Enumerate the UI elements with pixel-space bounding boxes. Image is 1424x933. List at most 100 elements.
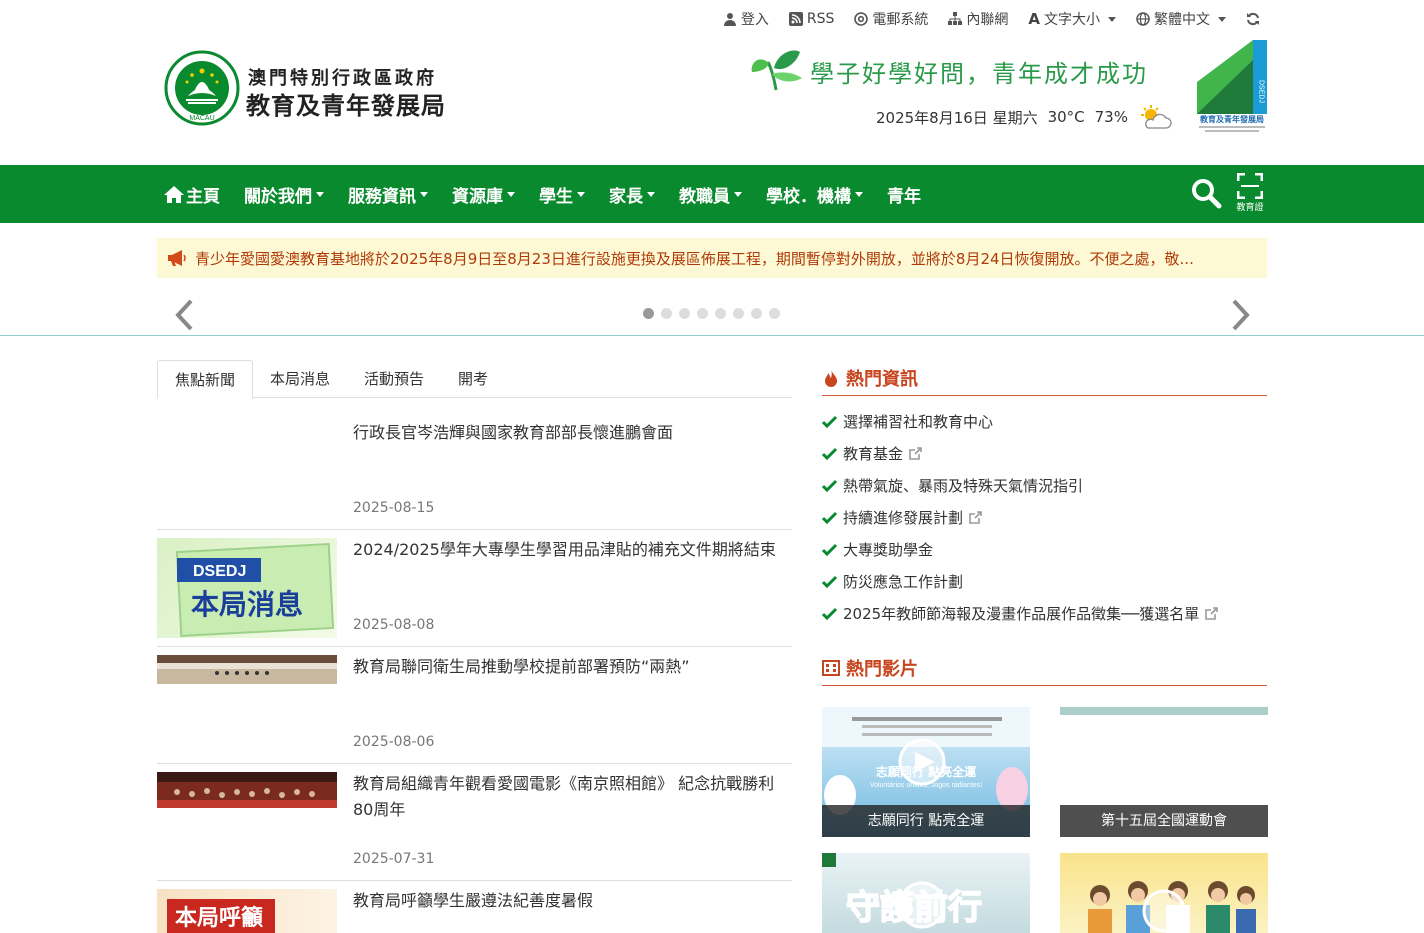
news-thumbnail[interactable]: 本局呼籲	[157, 889, 337, 933]
rss-link[interactable]: RSS	[788, 11, 835, 27]
video-thumbnail: 守護前行	[822, 853, 983, 929]
hot-item-label[interactable]: 選擇補習社和教育中心	[843, 411, 993, 432]
email-label: 電郵系統	[872, 12, 929, 28]
carousel-dots	[643, 308, 780, 319]
nav-youth[interactable]: 青年	[887, 182, 921, 207]
news-item[interactable]: 行政長官岑浩輝與國家教育部部長懷進鵬會面 2025-08-15	[157, 412, 792, 530]
news-date: 2025-08-15	[353, 500, 435, 516]
news-thumbnail[interactable]	[157, 655, 337, 684]
video-caption[interactable]: 志願同行 點亮全運	[822, 805, 1030, 837]
hot-item-label[interactable]: 2025年教師節海報及漫畫作品展作品徵集──獲選名單	[843, 603, 1199, 624]
fontsize-dropdown[interactable]: A 文字大小	[1028, 9, 1116, 29]
carousel-dot[interactable]	[643, 308, 654, 319]
news-item[interactable]: DSEDJ 本局消息 2024/2025學年大專學生學習用品津貼的補充文件期將結…	[157, 530, 792, 647]
login-link[interactable]: 登入	[723, 9, 769, 29]
hot-item-label[interactable]: 持續進修發展計劃	[843, 507, 963, 528]
hot-videos-heading: 熱門影片	[822, 650, 1267, 686]
hot-item[interactable]: 選擇補習社和教育中心	[822, 405, 1267, 437]
notice-banner[interactable]: 青少年愛國愛澳教育基地將於2025年8月9日至8月23日進行設施更換及展區佈展工…	[157, 238, 1267, 278]
carousel-dot[interactable]	[679, 308, 690, 319]
news-title[interactable]: 教育局組織青年觀看愛國電影《南京照相館》 紀念抗戰勝利80周年	[353, 771, 787, 823]
hot-item-label[interactable]: 教育基金	[843, 443, 903, 464]
nav-about-label: 關於我們	[244, 186, 312, 207]
nav-parents[interactable]: 家長	[609, 182, 655, 207]
check-icon	[822, 543, 837, 556]
chevron-down-icon	[647, 191, 655, 197]
intranet-link[interactable]: 內聯網	[948, 9, 1008, 29]
hot-item[interactable]: 持續進修發展計劃	[822, 501, 1267, 533]
news-item[interactable]: 教育局聯同衛生局推動學校提前部署預防“兩熱” 2025-08-06	[157, 647, 792, 764]
hot-item-label[interactable]: 防災應急工作計劃	[843, 571, 963, 592]
nav-resources[interactable]: 資源庫	[452, 182, 515, 207]
dsedj-logo[interactable]: DSEDJ 教育及青年發展局	[1197, 40, 1267, 134]
nav-parents-label: 家長	[609, 186, 643, 207]
film-icon	[822, 659, 840, 676]
nav-about[interactable]: 關於我們	[244, 182, 324, 207]
refresh-button[interactable]	[1246, 12, 1260, 26]
weather-date: 2025年8月16日 星期六	[876, 108, 1038, 127]
intranet-label: 內聯網	[966, 12, 1009, 28]
news-item[interactable]: 本局呼籲 教育局呼籲學生嚴遵法紀善度暑假	[157, 881, 792, 933]
news-tabs: 焦點新聞 本局消息 活動預告 開考	[157, 360, 792, 399]
thumb-caption-1: DSEDJ	[193, 563, 246, 580]
news-thumbnail[interactable]: DSEDJ 本局消息	[157, 538, 337, 638]
news-title[interactable]: 2024/2025學年大專學生學習用品津貼的補充文件期將結束	[353, 537, 787, 563]
refresh-icon	[1247, 12, 1259, 26]
nav-students-label: 學生	[539, 186, 573, 207]
news-thumbnail[interactable]	[157, 772, 337, 808]
tab-bureau-news[interactable]: 本局消息	[253, 360, 347, 398]
news-title[interactable]: 教育局聯同衛生局推動學校提前部署預防“兩熱”	[353, 654, 787, 680]
news-title[interactable]: 教育局呼籲學生嚴遵法紀善度暑假	[353, 888, 787, 914]
carousel-dot[interactable]	[697, 308, 708, 319]
hot-item[interactable]: 防災應急工作計劃	[822, 565, 1267, 597]
check-icon	[822, 607, 837, 620]
carousel-dot[interactable]	[769, 308, 780, 319]
video-overlay-subtitle: Voluntários unidos, Jogos radiantes!	[870, 782, 983, 789]
hot-item-label[interactable]: 熱帶氣旋、暴雨及特殊天氣情況指引	[843, 475, 1083, 496]
carousel-dot[interactable]	[733, 308, 744, 319]
rss-label: RSS	[806, 11, 835, 27]
check-icon	[822, 575, 837, 588]
hot-item[interactable]: 教育基金	[822, 437, 1267, 469]
language-label: 繁體中文	[1154, 12, 1210, 28]
hot-videos-title: 熱門影片	[846, 658, 918, 680]
video-card[interactable]: 志願同行 點亮全運 Voluntários unidos, Jogos radi…	[822, 707, 1030, 837]
carousel-dot[interactable]	[661, 308, 672, 319]
chevron-down-icon	[577, 191, 585, 197]
news-item[interactable]: 教育局組織青年觀看愛國電影《南京照相館》 紀念抗戰勝利80周年 2025-07-…	[157, 764, 792, 881]
megaphone-icon	[168, 250, 186, 266]
hot-item-label[interactable]: 大專獎助學金	[843, 539, 933, 560]
chevron-down-icon	[734, 191, 742, 197]
nav-services[interactable]: 服務資訊	[348, 182, 428, 207]
carousel-prev-arrow[interactable]	[173, 298, 197, 332]
language-dropdown[interactable]: 繁體中文	[1136, 9, 1226, 29]
video-card[interactable]: 守護前行	[822, 853, 1030, 933]
news-title[interactable]: 行政長官岑浩輝與國家教育部部長懷進鵬會面	[353, 420, 787, 446]
macau-emblem-logo[interactable]: MACAU	[164, 50, 240, 126]
video-card[interactable]: 第十五屆全國運動會	[1060, 707, 1268, 837]
nav-home[interactable]: 主頁	[164, 182, 220, 207]
video-card[interactable]	[1060, 853, 1268, 933]
hot-item[interactable]: 2025年教師節海報及漫畫作品展作品徵集──獲選名單	[822, 597, 1267, 629]
check-icon	[822, 447, 837, 460]
check-icon	[822, 479, 837, 492]
nav-students[interactable]: 學生	[539, 182, 585, 207]
carousel-next-arrow[interactable]	[1228, 298, 1252, 332]
scan-icon	[1236, 172, 1264, 200]
chevron-down-icon	[855, 191, 863, 197]
carousel-dot[interactable]	[715, 308, 726, 319]
tab-recruitment[interactable]: 開考	[441, 360, 505, 398]
hot-item[interactable]: 熱帶氣旋、暴雨及特殊天氣情況指引	[822, 469, 1267, 501]
email-link[interactable]: 電郵系統	[854, 9, 928, 29]
tab-focus-news[interactable]: 焦點新聞	[157, 360, 254, 399]
carousel-dot[interactable]	[751, 308, 762, 319]
video-caption[interactable]: 第十五屆全國運動會	[1060, 805, 1268, 837]
nav-schools[interactable]: 學校．機構	[766, 182, 863, 207]
search-icon[interactable]	[1190, 177, 1222, 209]
education-card-button[interactable]: 教育證	[1234, 172, 1266, 217]
hot-item[interactable]: 大專獎助學金	[822, 533, 1267, 565]
department-name: 教育及青年發展局	[246, 92, 446, 120]
nav-staff[interactable]: 教職員	[679, 182, 742, 207]
tab-events[interactable]: 活動預告	[347, 360, 441, 398]
news-date: 2025-07-31	[353, 851, 435, 867]
